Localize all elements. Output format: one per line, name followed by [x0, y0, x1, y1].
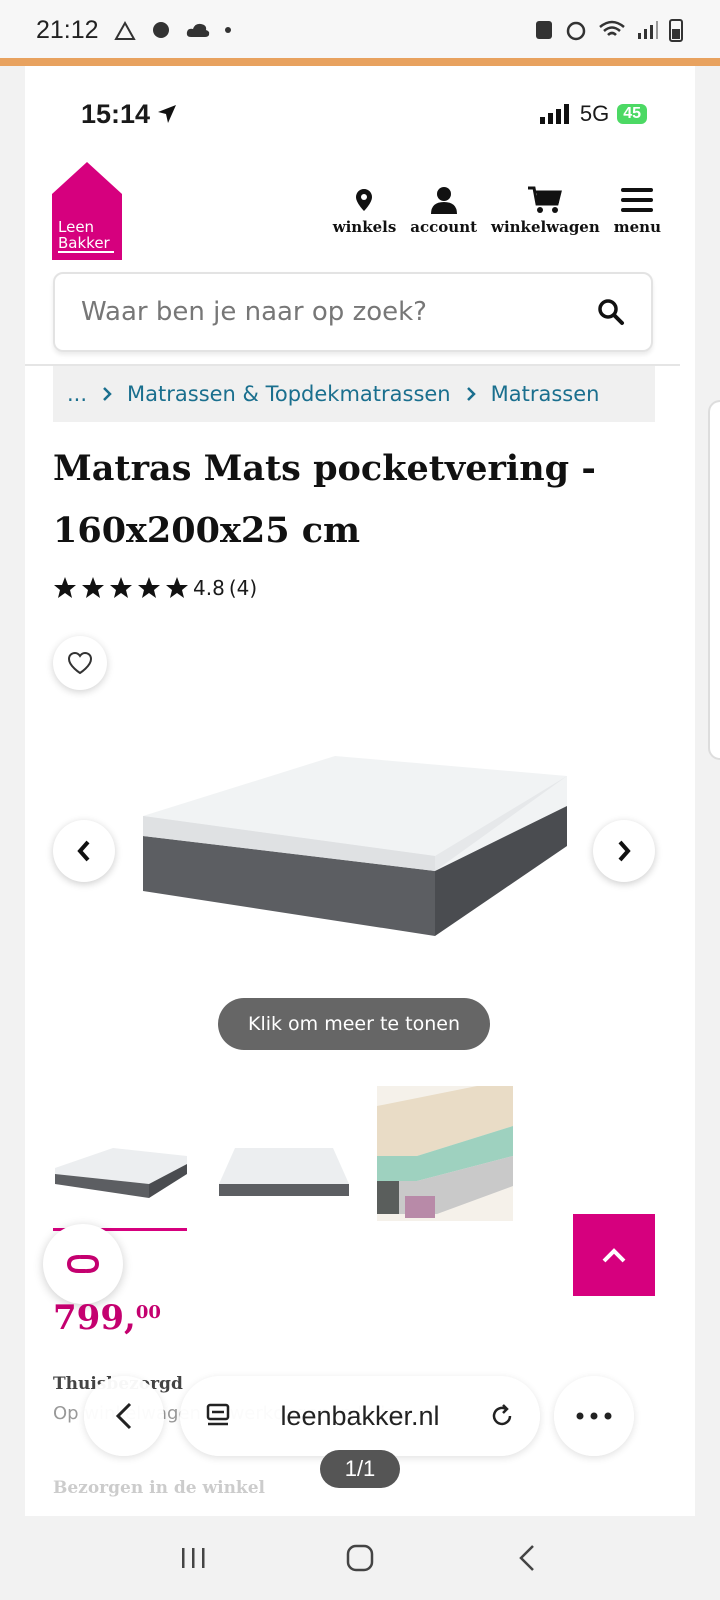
show-more-button[interactable]: Klik om meer te tonen — [218, 998, 490, 1050]
star-icon — [82, 577, 104, 598]
url-text: leenbakker.nl — [280, 1400, 440, 1431]
review-count: (4) — [228, 576, 258, 600]
product-title: Matras Mats pocketvering - 160x200x25 cm — [53, 448, 596, 551]
page-counter: 1/1 — [320, 1450, 400, 1488]
thumbnail-2[interactable] — [215, 1086, 351, 1221]
thumbnail-1[interactable] — [53, 1086, 189, 1231]
nav-label-winkelwagen: winkelwagen — [491, 218, 600, 236]
recent-apps-icon — [182, 1548, 205, 1568]
reload-icon[interactable] — [488, 1402, 516, 1430]
thumbnail-mattress-angle — [55, 1148, 187, 1198]
scroll-to-top-button[interactable] — [573, 1214, 655, 1296]
breadcrumb-item-matrassen-topdek[interactable]: Matrassen & Topdekmatrassen — [127, 382, 451, 406]
search-icon[interactable] — [597, 298, 625, 326]
nav-label-winkels: winkels — [332, 218, 397, 236]
chevron-left-icon — [77, 840, 90, 862]
star-icon — [138, 577, 160, 598]
ios-status-bar: 15:14 5G 45 — [25, 66, 695, 162]
image-prev-button[interactable] — [53, 820, 115, 882]
thumbnail-layers — [377, 1086, 513, 1221]
product-price: 799,00 — [53, 1298, 161, 1338]
rating-stars — [53, 576, 189, 600]
thumbnail-strip — [53, 1086, 513, 1231]
favorite-button[interactable] — [53, 636, 107, 690]
notification-icon — [113, 20, 136, 40]
thumbnail-3[interactable] — [377, 1086, 513, 1221]
more-dots-icon — [576, 1412, 612, 1420]
breadcrumb: ... Matrassen & Topdekmatrassen Matrasse… — [53, 366, 655, 422]
signal-icon — [638, 21, 658, 39]
system-back-button[interactable] — [497, 1528, 557, 1588]
nav-label-account: account — [410, 218, 478, 236]
search-box — [53, 272, 653, 352]
tab-manager-icon[interactable] — [204, 1402, 232, 1430]
cart-icon — [528, 186, 563, 213]
chevron-right-icon — [466, 387, 476, 401]
chevron-right-icon — [103, 387, 112, 401]
android-status-bar: 21:12 — [0, 0, 720, 60]
star-icon — [110, 577, 132, 598]
star-icon — [166, 577, 188, 598]
product-main-image[interactable] — [135, 746, 575, 966]
location-arrow-icon — [158, 105, 177, 123]
browser-toolbar: leenbakker.nl — [0, 1376, 720, 1456]
battery-saver-icon — [536, 21, 552, 39]
android-clock: 21:12 — [36, 15, 99, 44]
chevron-right-icon — [618, 840, 631, 862]
android-nav-bar — [0, 1516, 720, 1600]
home-button[interactable] — [330, 1528, 390, 1588]
dot-icon — [224, 27, 231, 33]
browser-back-button[interactable] — [84, 1376, 164, 1456]
network-type: 5G — [579, 101, 610, 126]
heart-icon — [67, 651, 93, 675]
star-icon — [54, 577, 76, 598]
browser-more-button[interactable] — [554, 1376, 634, 1456]
alarm-icon — [566, 21, 586, 41]
chevron-left-icon — [115, 1402, 132, 1430]
header-nav: winkels account winkelwagen menu — [333, 182, 661, 236]
leen-bakker-logo[interactable]: Leen Bakker — [52, 162, 122, 260]
ios-clock: 15:14 — [81, 98, 151, 129]
page-viewport: 15:14 5G 45 Leen Bakker winkels account — [25, 66, 695, 1516]
back-arrow-icon — [518, 1545, 534, 1571]
settings-notification-icon — [152, 22, 169, 38]
price-cents: 00 — [135, 1302, 161, 1323]
battery-icon — [669, 19, 683, 42]
browser-progress-bar — [0, 58, 720, 66]
map-pin-icon — [356, 189, 373, 211]
logo-text-bakker: Bakker — [58, 234, 111, 252]
price-main: 799, — [53, 1298, 136, 1338]
breadcrumb-ellipsis[interactable]: ... — [67, 382, 87, 406]
edge-panel-handle[interactable] — [708, 400, 720, 760]
compare-button[interactable] — [43, 1224, 123, 1304]
cloud-icon — [186, 23, 209, 37]
cellular-icon — [539, 104, 569, 124]
chevron-up-icon — [602, 1248, 626, 1263]
image-next-button[interactable] — [593, 820, 655, 882]
nav-winkels[interactable]: winkels — [332, 182, 397, 236]
ios-battery-badge: 45 — [617, 104, 647, 124]
user-icon — [430, 187, 457, 214]
search-input[interactable] — [81, 297, 597, 327]
nav-account[interactable]: account — [410, 182, 477, 236]
hamburger-icon — [621, 188, 654, 212]
nav-menu[interactable]: menu — [614, 182, 661, 236]
nav-label-menu: menu — [613, 218, 661, 236]
nav-winkelwagen[interactable]: winkelwagen — [491, 182, 600, 236]
wifi-icon — [599, 20, 625, 36]
address-bar[interactable]: leenbakker.nl — [180, 1376, 540, 1456]
site-header: Leen Bakker winkels account winkelwagen … — [25, 162, 695, 272]
store-delivery-title: Bezorgen in de winkel — [53, 1478, 265, 1498]
thumbnail-mattress-front — [219, 1148, 349, 1196]
breadcrumb-item-matrassen[interactable]: Matrassen — [491, 382, 600, 406]
recent-apps-button[interactable] — [163, 1528, 223, 1588]
product-rating[interactable]: 4.8 (4) — [53, 576, 257, 600]
home-icon — [346, 1544, 374, 1572]
compare-icon — [66, 1255, 100, 1273]
rating-value: 4.8 — [193, 576, 225, 600]
